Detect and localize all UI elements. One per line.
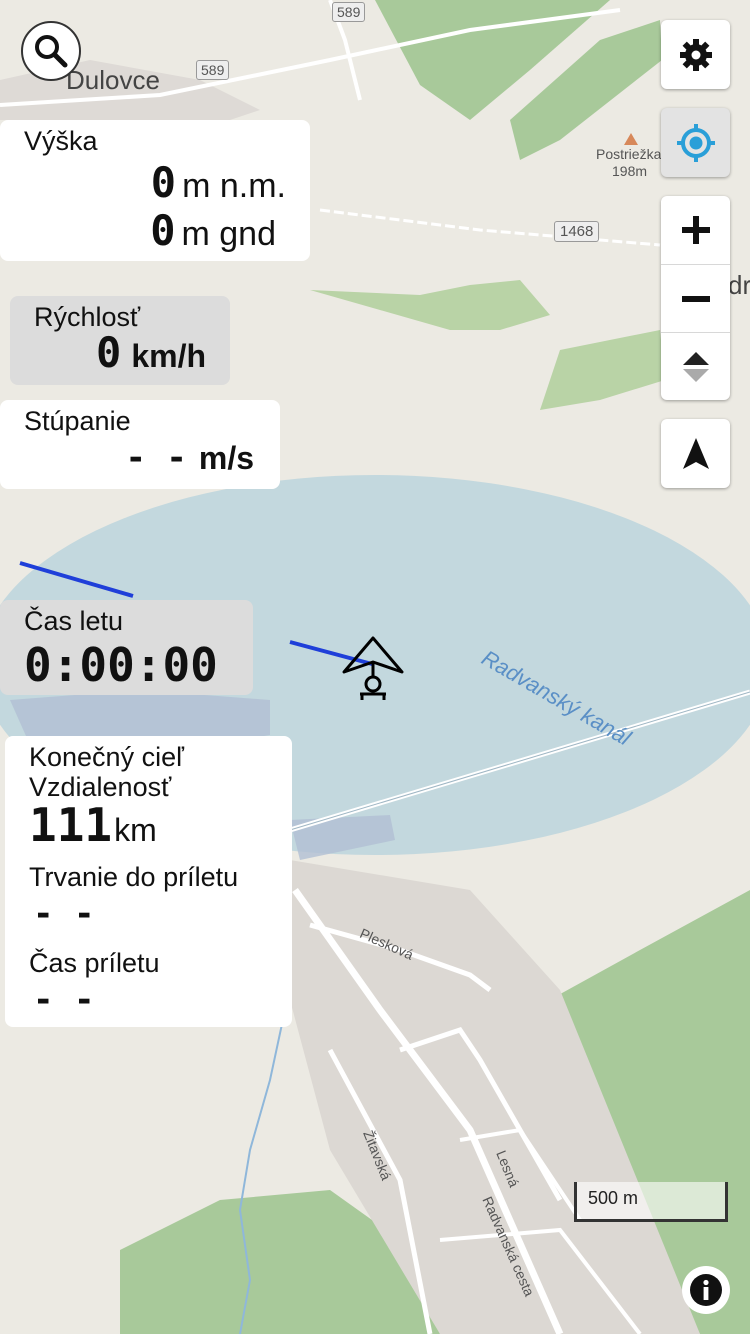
- scale-label: 500 m: [588, 1188, 639, 1208]
- altitude-label: Výška: [24, 126, 98, 156]
- map-edge-label: dr: [728, 270, 750, 300]
- altitude-msl-unit: m n.m.: [182, 167, 286, 205]
- goal-arrival-value: - -: [33, 980, 95, 1020]
- climb-panel[interactable]: Stúpanie - - m/s: [0, 400, 280, 489]
- altitude-msl-row: 0 m n.m.: [151, 158, 286, 207]
- goal-panel[interactable]: Konečný cieľ Vzdialenosť 111 km Trvanie …: [5, 736, 292, 1027]
- peak-name-label: Postriežka: [596, 146, 662, 162]
- scale-bar: 500 m: [574, 1182, 728, 1222]
- zoom-controls: [661, 196, 730, 400]
- climb-label: Stúpanie: [24, 406, 131, 436]
- speed-value: 0: [96, 328, 122, 377]
- altitude-panel[interactable]: Výška 0 m n.m. 0 m gnd: [0, 120, 310, 261]
- altitude-gnd-row: 0 m gnd: [150, 206, 276, 255]
- road-number-label: 1468: [554, 221, 600, 242]
- goal-distance-unit: km: [114, 812, 157, 848]
- goal-arrival-label: Čas príletu: [29, 948, 160, 978]
- goal-duration-value: - -: [33, 894, 95, 934]
- climb-unit: m/s: [198, 440, 254, 476]
- goal-distance-value: 111: [29, 798, 113, 852]
- tilt-icon: [682, 351, 709, 382]
- zoom-out-button[interactable]: [661, 265, 730, 332]
- goal-title: Konečný cieľ: [29, 742, 184, 772]
- goal-distance-row: 111 km: [29, 798, 157, 852]
- road-number-label: 589: [196, 60, 230, 80]
- gps-locate-icon: [676, 123, 715, 162]
- settings-button[interactable]: [661, 20, 730, 89]
- peak-elevation-label: 198m: [612, 163, 648, 179]
- flight-time-label: Čas letu: [24, 606, 124, 636]
- speed-row: 0 km/h: [96, 328, 206, 377]
- speed-panel[interactable]: Rýchlosť 0 km/h: [10, 296, 230, 385]
- plus-icon: [681, 215, 710, 244]
- altitude-gnd-value: 0: [150, 206, 176, 255]
- locate-button[interactable]: [661, 108, 730, 177]
- navigation-arrow-icon: [682, 437, 709, 469]
- climb-row: - - m/s: [125, 438, 254, 478]
- altitude-gnd-unit: m gnd: [181, 215, 277, 253]
- flight-time-panel[interactable]: Čas letu 0:00:00: [0, 600, 253, 695]
- road-number-label: 589: [332, 2, 366, 22]
- flight-time-value: 0:00:00: [24, 638, 218, 692]
- info-icon: [690, 1274, 722, 1306]
- compass-button[interactable]: [661, 419, 730, 488]
- minus-icon: [681, 295, 710, 302]
- search-icon: [35, 35, 68, 68]
- hang-glider-icon: [340, 634, 406, 702]
- gear-icon: [679, 38, 712, 71]
- tilt-button[interactable]: [661, 333, 730, 400]
- speed-unit: km/h: [131, 338, 206, 374]
- search-button[interactable]: [21, 21, 81, 81]
- info-button[interactable]: [682, 1266, 730, 1314]
- climb-value: - -: [125, 438, 187, 478]
- zoom-in-button[interactable]: [661, 196, 730, 263]
- town-label: Dulovce: [66, 65, 160, 95]
- altitude-msl-value: 0: [150, 158, 177, 207]
- goal-duration-label: Trvanie do príletu: [29, 862, 239, 892]
